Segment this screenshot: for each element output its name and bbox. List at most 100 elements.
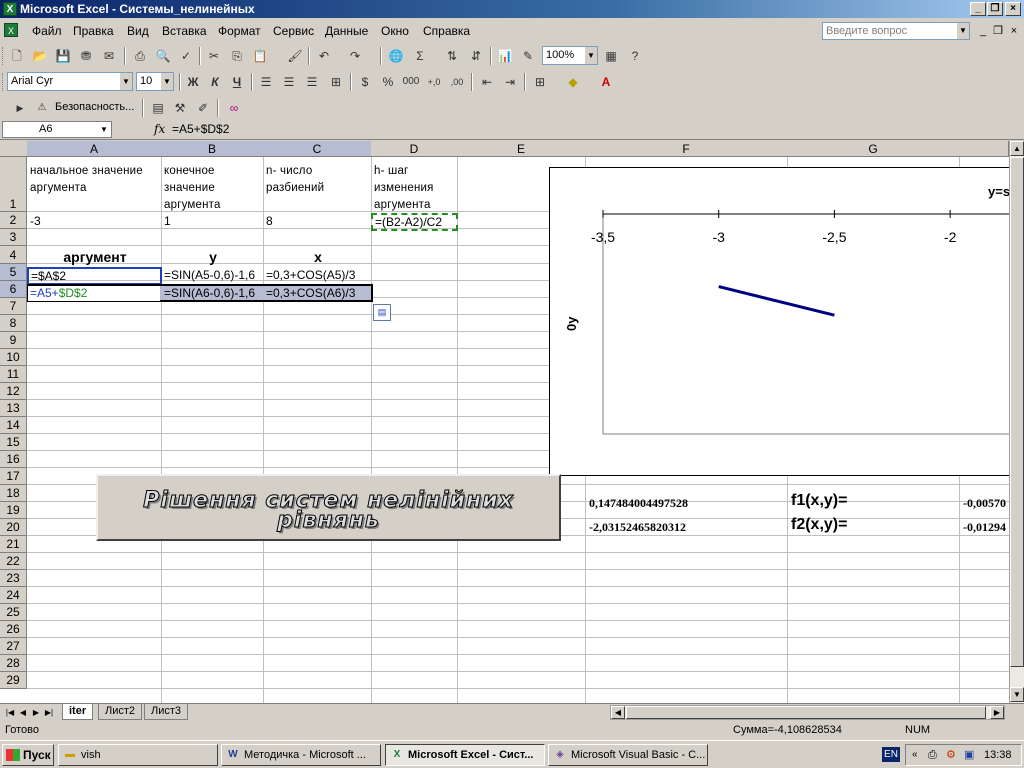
- cell-f19[interactable]: -2,03152465820312: [587, 520, 785, 538]
- row-header[interactable]: 9: [0, 332, 27, 349]
- toolbar-grip[interactable]: [2, 47, 5, 65]
- security-icon[interactable]: ⚠: [32, 98, 52, 118]
- cell-c6[interactable]: =0,3+COS(A6)/3: [264, 286, 370, 301]
- chevron-down-icon[interactable]: ▼: [98, 122, 110, 137]
- antivirus-icon[interactable]: ⚙: [946, 745, 956, 765]
- sort-ascending-icon[interactable]: ⇅: [442, 46, 462, 66]
- italic-button[interactable]: К: [205, 72, 225, 92]
- layout-icon[interactable]: ▦: [601, 46, 621, 66]
- increase-decimal-icon[interactable]: +,0: [424, 72, 444, 92]
- font-size-combo[interactable]: 10 ▼: [136, 72, 174, 91]
- cell-a6[interactable]: =A5+$D$2: [28, 286, 160, 301]
- chevron-down-icon[interactable]: ▼: [120, 73, 132, 90]
- row-header[interactable]: 1: [0, 157, 27, 212]
- row-header[interactable]: 17: [0, 468, 27, 485]
- spelling-icon[interactable]: ✓: [176, 46, 196, 66]
- cell-a5[interactable]: =$A$2: [27, 267, 162, 285]
- column-header-d[interactable]: D: [371, 141, 458, 157]
- zoom-combo[interactable]: 100% ▼: [542, 46, 598, 65]
- help-icon[interactable]: ?: [625, 46, 645, 66]
- row-header[interactable]: 19: [0, 502, 27, 519]
- menu-data[interactable]: Данные: [325, 24, 368, 38]
- embedded-chart[interactable]: -3,5 -3 -2,5 -2 y=s 0y: [549, 167, 1019, 476]
- column-header-g[interactable]: G: [787, 141, 960, 157]
- column-header-h[interactable]: [959, 141, 1009, 157]
- row-header[interactable]: 21: [0, 536, 27, 553]
- save-icon[interactable]: 💾: [53, 46, 73, 66]
- column-header-c[interactable]: C: [263, 141, 372, 157]
- network-icon[interactable]: ▣: [964, 745, 974, 765]
- tray-expand-icon[interactable]: «: [912, 745, 918, 765]
- row-header[interactable]: 20: [0, 519, 27, 536]
- taskbar-item-vba[interactable]: ◈ Microsoft Visual Basic - C...: [548, 744, 708, 766]
- sheet-tab-list3[interactable]: Лист3: [144, 704, 189, 720]
- select-all-corner[interactable]: [0, 141, 28, 157]
- cell-g19[interactable]: f2(x,y)=: [789, 516, 957, 536]
- cell-g18[interactable]: f1(x,y)=: [789, 492, 957, 512]
- merge-center-icon[interactable]: ⊞: [326, 72, 346, 92]
- row-header[interactable]: 5: [0, 264, 27, 281]
- underline-button[interactable]: Ч: [227, 72, 247, 92]
- cell-c1[interactable]: n- число разбиений: [264, 163, 370, 215]
- cell-d2[interactable]: =(B2-A2)/C2: [371, 213, 458, 231]
- sheet-tab-iter[interactable]: iter: [62, 704, 94, 720]
- row-header[interactable]: 22: [0, 553, 27, 570]
- font-name-combo[interactable]: Arial Cyr ▼: [7, 72, 133, 91]
- email-icon[interactable]: ✉: [99, 46, 119, 66]
- horizontal-scroll-thumb[interactable]: [626, 706, 986, 719]
- last-sheet-icon[interactable]: ▶|: [43, 706, 55, 719]
- new-icon[interactable]: 🗋: [7, 46, 27, 66]
- doc-minimize-button[interactable]: _: [976, 24, 990, 38]
- maximize-button[interactable]: ❐: [987, 2, 1003, 16]
- hyperlink-icon[interactable]: 🌐: [386, 46, 406, 66]
- copy-icon[interactable]: ⎘: [227, 46, 247, 66]
- permission-icon[interactable]: ⛃: [76, 46, 96, 66]
- cell-c2[interactable]: 8: [264, 214, 370, 230]
- sheet-tab-list2[interactable]: Лист2: [98, 704, 143, 720]
- chevron-down-icon[interactable]: ▼: [585, 47, 597, 64]
- undo-icon[interactable]: ↶: [314, 46, 334, 66]
- column-header-f[interactable]: F: [585, 141, 788, 157]
- toolbar-options-icon[interactable]: ▶: [10, 98, 30, 118]
- menu-file[interactable]: Файл: [32, 24, 62, 38]
- scroll-down-icon[interactable]: ▼: [1010, 687, 1024, 702]
- chevron-down-icon[interactable]: ▼: [161, 73, 173, 90]
- document-icon[interactable]: X: [4, 23, 18, 37]
- start-button[interactable]: Пуск: [2, 744, 54, 766]
- percent-button[interactable]: %: [378, 72, 398, 92]
- row-header[interactable]: 4: [0, 246, 27, 264]
- row-header[interactable]: 16: [0, 451, 27, 468]
- row-header[interactable]: 15: [0, 434, 27, 451]
- font-color-icon[interactable]: A: [596, 72, 616, 92]
- printer-icon[interactable]: ⎙: [928, 745, 937, 765]
- toolbar-grip[interactable]: [2, 73, 5, 91]
- menu-insert[interactable]: Вставка: [162, 24, 207, 38]
- visual-basic-icon[interactable]: ✐: [193, 98, 213, 118]
- row-header[interactable]: 18: [0, 485, 27, 502]
- name-box[interactable]: A6 ▼: [2, 121, 112, 138]
- row-header[interactable]: 10: [0, 349, 27, 366]
- cell-b1[interactable]: конечное значение аргумента: [162, 163, 262, 215]
- sort-descending-icon[interactable]: ⇵: [466, 46, 486, 66]
- row-header[interactable]: 7: [0, 298, 27, 315]
- row-header[interactable]: 23: [0, 570, 27, 587]
- paste-options-icon[interactable]: ▤: [373, 304, 391, 321]
- column-header-e[interactable]: E: [457, 141, 586, 157]
- row-header[interactable]: 27: [0, 638, 27, 655]
- horizontal-scrollbar[interactable]: ◀ ▶: [610, 705, 1005, 720]
- menu-view[interactable]: Вид: [127, 24, 149, 38]
- cell-h18[interactable]: -0,00570: [961, 496, 1009, 514]
- menu-window[interactable]: Окно: [381, 24, 409, 38]
- doc-close-button[interactable]: ×: [1007, 24, 1021, 38]
- currency-icon[interactable]: $: [355, 72, 375, 92]
- row-header[interactable]: 6: [0, 281, 27, 298]
- vertical-scrollbar[interactable]: ▲ ▼: [1009, 141, 1024, 703]
- doc-restore-button[interactable]: ❐: [991, 24, 1005, 38]
- drawing-icon[interactable]: ✎: [518, 46, 538, 66]
- row-header[interactable]: 26: [0, 621, 27, 638]
- align-left-icon[interactable]: ☰: [256, 72, 276, 92]
- row-header[interactable]: 14: [0, 417, 27, 434]
- cell-b5[interactable]: =SIN(A5-0,6)-1,6: [162, 268, 262, 284]
- help-search-input[interactable]: Введите вопрос ▼: [822, 22, 970, 40]
- thousands-button[interactable]: 000: [401, 72, 421, 92]
